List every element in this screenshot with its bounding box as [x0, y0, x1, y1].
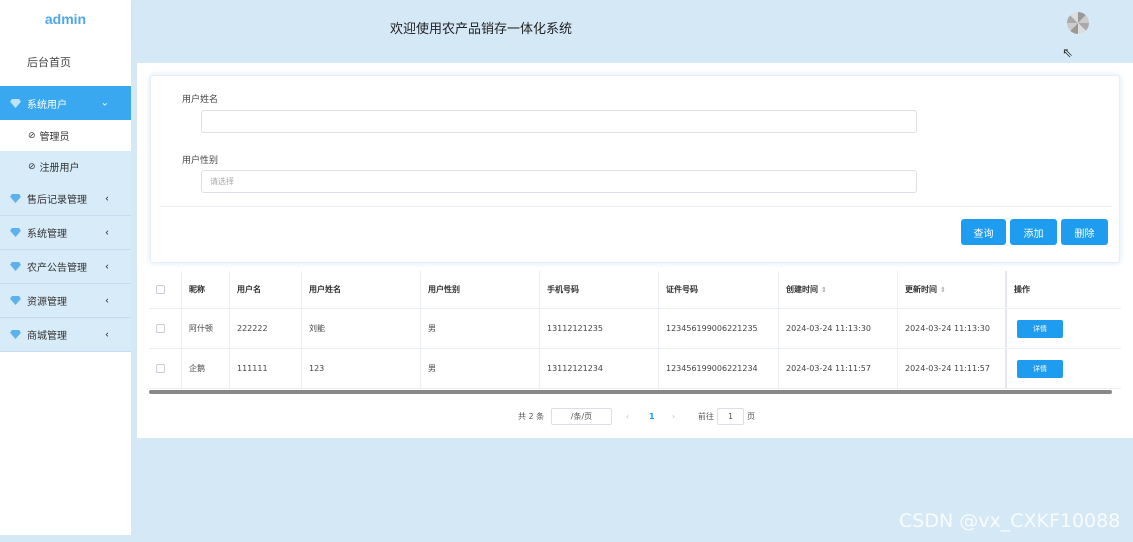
- sidebar-subitem-label: 管理员: [39, 132, 70, 143]
- sidebar-item-mall[interactable]: 商城管理 ‹: [0, 318, 131, 352]
- chevron-left-icon: ‹: [105, 261, 109, 272]
- user-name-input[interactable]: [201, 110, 917, 133]
- table-cell: 男: [420, 309, 539, 348]
- chevron-left-icon: ‹: [105, 329, 109, 340]
- row-checkbox[interactable]: [156, 364, 165, 373]
- table-cell: 123456199006221235: [658, 309, 778, 348]
- sidebar-item-label: 售后记录管理: [27, 195, 87, 206]
- user-gender-label: 用户性别: [182, 156, 219, 166]
- action-cell: 详情: [1005, 349, 1121, 388]
- page-title: 欢迎使用农产品销存一体化系统: [390, 22, 573, 37]
- delete-button[interactable]: 删除: [1061, 219, 1108, 245]
- sidebar-item-label: 系统管理: [27, 229, 67, 240]
- goto-label: 前往: [698, 412, 714, 421]
- avatar[interactable]: [1067, 12, 1089, 34]
- next-page-icon[interactable]: ›: [672, 408, 675, 425]
- sidebar-item-announcements[interactable]: 农产公告管理 ‹: [0, 250, 131, 284]
- column-header[interactable]: 用户姓名: [301, 271, 420, 308]
- add-button[interactable]: 添加: [1010, 219, 1057, 245]
- table-cell: 2024-03-24 11:13:30: [897, 309, 1005, 348]
- column-header-created[interactable]: 创建时间 ⇕: [778, 271, 897, 308]
- chevron-left-icon: ‹: [105, 295, 109, 306]
- select-all-cell: [149, 271, 181, 308]
- diamond-icon: [10, 330, 21, 339]
- sidebar-subitem-label: 注册用户: [39, 163, 80, 174]
- column-header-label: 更新时间: [905, 285, 937, 294]
- sidebar-item-label: 农产公告管理: [27, 263, 87, 274]
- chevron-left-icon: ‹: [105, 227, 109, 238]
- table-cell: 123: [301, 349, 420, 388]
- watermark: CSDN @vx_CXKF10088: [899, 510, 1121, 532]
- diamond-icon: [10, 296, 21, 305]
- row-select-cell: [149, 349, 181, 388]
- page-size-select[interactable]: /条/页: [551, 408, 612, 425]
- sort-icon[interactable]: ⇕: [940, 286, 946, 294]
- column-header-updated[interactable]: 更新时间 ⇕: [897, 271, 1005, 308]
- diamond-icon: [10, 228, 21, 237]
- diamond-icon: [10, 194, 21, 203]
- check-circle-icon: ⊘: [28, 130, 36, 141]
- column-header: 操作: [1005, 271, 1121, 308]
- column-header[interactable]: 昵称: [181, 271, 229, 308]
- sidebar-subitem-admins[interactable]: ⊘ 管理员: [0, 120, 131, 151]
- column-header[interactable]: 手机号码: [539, 271, 658, 308]
- table-cell: 123456199006221234: [658, 349, 778, 388]
- mouse-cursor-icon: ⇖: [1062, 46, 1073, 61]
- column-header-label: 创建时间: [786, 285, 818, 294]
- table-cell: 阿什顿: [181, 309, 229, 348]
- sidebar-item-system-management[interactable]: 系统管理 ‹: [0, 216, 131, 250]
- table-cell: 222222: [229, 309, 301, 348]
- sidebar-item-system-users[interactable]: 系统用户 ⌄: [0, 86, 131, 120]
- sidebar-subitem-registered-users[interactable]: ⊘ 注册用户: [0, 151, 131, 182]
- table-cell: 13112121235: [539, 309, 658, 348]
- horizontal-scrollbar[interactable]: [149, 390, 1112, 394]
- user-gender-select[interactable]: 请选择: [201, 170, 917, 193]
- main-content: 用户姓名 用户性别 请选择 查询 添加 删除 昵称 用户名 用户姓名 用户性别 …: [137, 63, 1133, 438]
- table-cell: 男: [420, 349, 539, 388]
- column-header[interactable]: 用户名: [229, 271, 301, 308]
- row-checkbox[interactable]: [156, 324, 165, 333]
- search-form: 用户姓名 用户性别 请选择 查询 添加 删除: [150, 75, 1120, 263]
- page-unit-label: 页: [747, 412, 755, 421]
- detail-button[interactable]: 详情: [1017, 359, 1063, 378]
- check-circle-icon: ⊘: [28, 161, 36, 172]
- table-cell: 企鹅: [181, 349, 229, 388]
- page-number-current[interactable]: 1: [649, 408, 655, 425]
- table-header-row: 昵称 用户名 用户姓名 用户性别 手机号码 证件号码 创建时间 ⇕ 更新时间 ⇕ 操…: [149, 271, 1121, 309]
- divider: [160, 206, 1112, 207]
- table-cell: 111111: [229, 349, 301, 388]
- sort-icon[interactable]: ⇕: [821, 286, 827, 294]
- column-header[interactable]: 证件号码: [658, 271, 778, 308]
- select-all-checkbox[interactable]: [156, 285, 165, 294]
- chevron-left-icon: ‹: [105, 193, 109, 204]
- goto-page-input[interactable]: 1: [717, 408, 744, 425]
- user-name-label: 用户姓名: [182, 95, 219, 105]
- sidebar-item-label: 系统用户: [27, 99, 67, 111]
- diamond-icon: [10, 98, 21, 108]
- pagination-total: 共 2 条: [518, 412, 545, 421]
- detail-button[interactable]: 详情: [1017, 319, 1063, 338]
- sidebar-item-resources[interactable]: 资源管理 ‹: [0, 284, 131, 318]
- sidebar-item-after-sales[interactable]: 售后记录管理 ‹: [0, 182, 131, 216]
- sidebar-item-label: 商城管理: [27, 331, 67, 342]
- chevron-down-icon: ⌄: [100, 97, 109, 109]
- table-cell: 2024-03-24 11:13:30: [778, 309, 897, 348]
- sidebar-item-home[interactable]: 后台首页: [0, 38, 131, 86]
- diamond-icon: [10, 262, 21, 271]
- brand-logo: admin: [0, 0, 131, 38]
- action-cell: 详情: [1005, 309, 1121, 348]
- sidebar: admin 后台首页 系统用户 ⌄ ⊘ 管理员 ⊘ 注册用户 售后记录管理 ‹ …: [0, 0, 131, 535]
- query-button[interactable]: 查询: [961, 219, 1006, 245]
- column-header[interactable]: 用户性别: [420, 271, 539, 308]
- row-select-cell: [149, 309, 181, 348]
- table-cell: 2024-03-24 11:11:57: [897, 349, 1005, 388]
- sidebar-item-label: 资源管理: [27, 297, 67, 308]
- table-cell: 刘能: [301, 309, 420, 348]
- table-cell: 13112121234: [539, 349, 658, 388]
- table-cell: 2024-03-24 11:11:57: [778, 349, 897, 388]
- table-row: 企鹅 111111 123 男 13112121234 123456199006…: [149, 349, 1121, 389]
- table-row: 阿什顿 222222 刘能 男 13112121235 123456199006…: [149, 309, 1121, 349]
- prev-page-icon[interactable]: ‹: [626, 408, 629, 425]
